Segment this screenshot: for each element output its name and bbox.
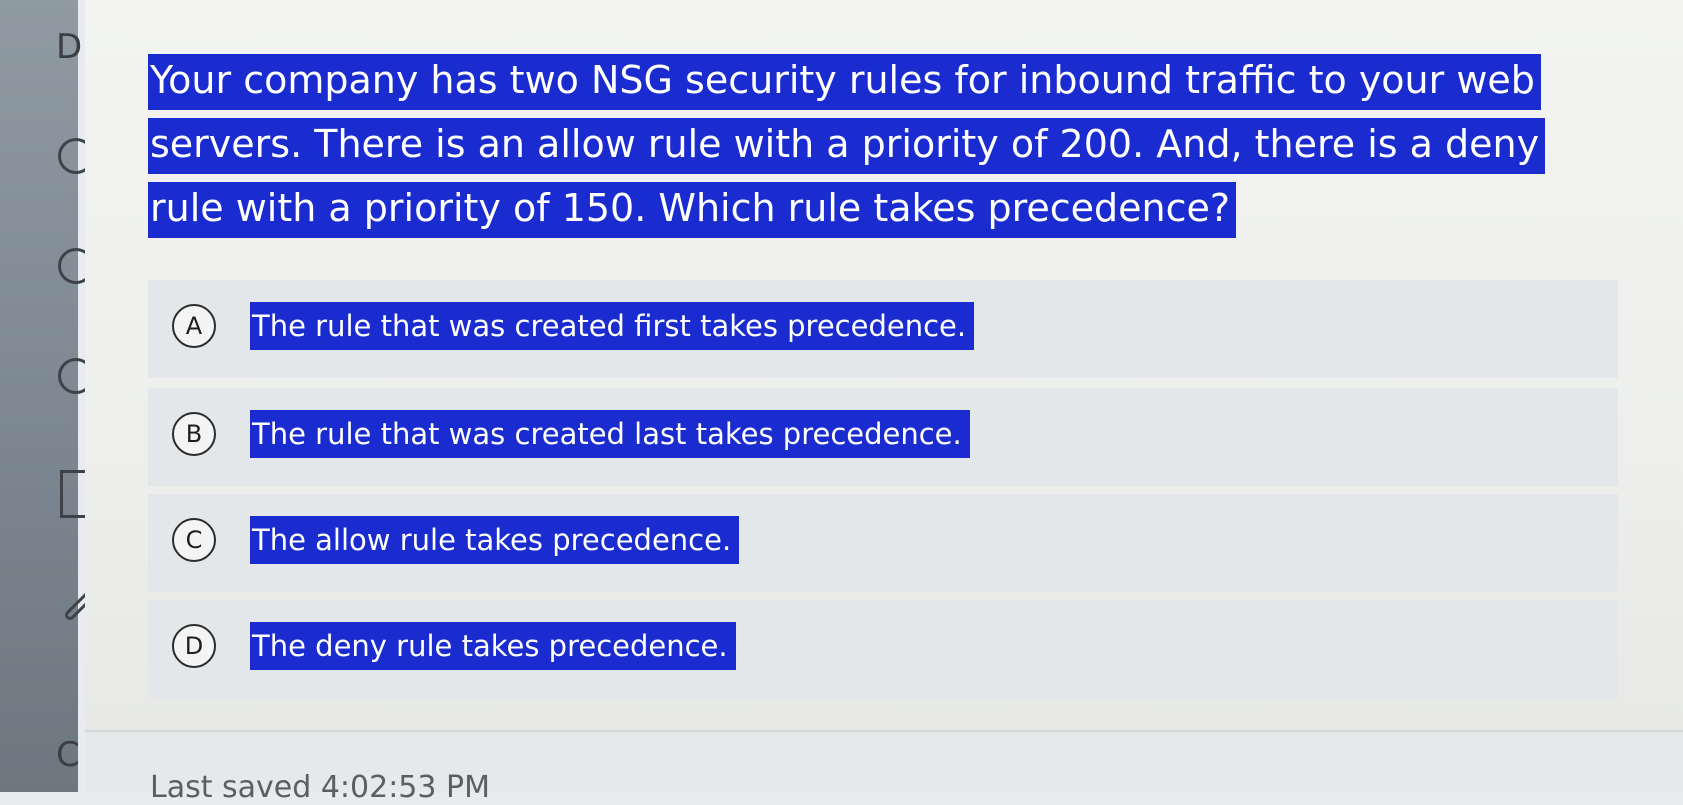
last-saved-status: Last saved 4:02:53 PM [150, 770, 490, 805]
rail-letter-top: D [56, 27, 83, 67]
option-c[interactable]: C The allow rule takes precedence. [148, 494, 1618, 592]
option-a-text: The rule that was created first takes pr… [250, 302, 975, 350]
option-c-letter-badge[interactable]: C [172, 518, 216, 562]
question-text: Your company has two NSG security rules … [148, 48, 1598, 240]
question-selection: Your company has two NSG security rules … [148, 54, 1546, 238]
rail-letter-bottom: C [56, 735, 80, 775]
option-d-letter-badge[interactable]: D [172, 624, 216, 668]
option-b[interactable]: B The rule that was created last takes p… [148, 388, 1618, 486]
option-b-letter-badge[interactable]: B [172, 412, 216, 456]
option-a-letter-badge[interactable]: A [172, 304, 216, 348]
option-c-text: The allow rule takes precedence. [250, 516, 740, 564]
option-d[interactable]: D The deny rule takes precedence. [148, 600, 1618, 698]
left-rail [0, 0, 78, 792]
calculator-icon[interactable] [60, 470, 88, 518]
option-a[interactable]: A The rule that was created first takes … [148, 280, 1618, 378]
option-b-text: The rule that was created last takes pre… [250, 410, 970, 458]
option-d-text: The deny rule takes precedence. [250, 622, 736, 670]
